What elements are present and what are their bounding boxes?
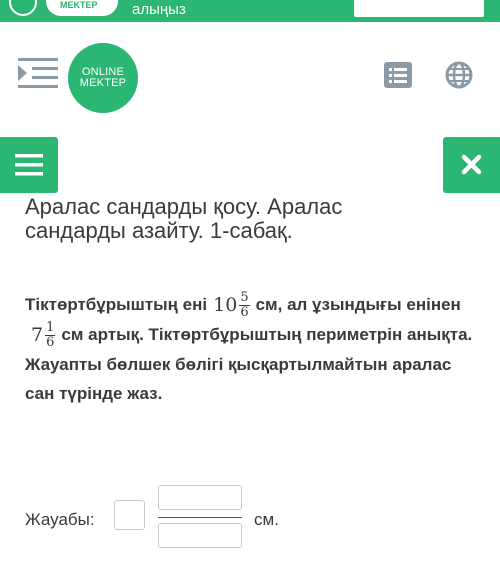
banner-button[interactable] xyxy=(354,0,484,17)
answer-label: Жауабы: xyxy=(25,510,95,529)
answer-unit: см. xyxy=(254,510,279,529)
width-fraction: 56 xyxy=(239,290,250,321)
list-icon[interactable] xyxy=(384,62,412,88)
lesson-title: Аралас сандарды қосу. Аралас сандарды аз… xyxy=(25,194,343,243)
width-mixed-number: 10 5 6 xyxy=(213,290,250,321)
menu-collapse-icon[interactable] xyxy=(18,57,58,89)
online-mektep-logo[interactable]: ONLINE MEKTEP xyxy=(68,43,138,113)
answer-whole-input[interactable] xyxy=(114,500,145,530)
banner-circle-icon xyxy=(9,0,37,16)
diff-mixed-number: 716 xyxy=(31,320,56,351)
problem-part3: см артық. Тіктөртбұрыштың периметрін аны… xyxy=(25,325,473,404)
diff-denominator: 6 xyxy=(46,335,55,351)
close-button[interactable] xyxy=(443,137,500,193)
hamburger-icon xyxy=(15,154,43,176)
banner-logo-text: MEKTEP xyxy=(60,0,98,10)
open-menu-button[interactable] xyxy=(0,137,58,193)
problem-part2: см, ал ұзындығы енінен xyxy=(255,295,461,314)
problem-text: Тіктөртбұрыштың ені 10 5 6 см, ал ұзындығы е… xyxy=(25,290,485,408)
problem-part1: Тіктөртбұрыштың ені xyxy=(25,295,208,314)
width-whole: 10 xyxy=(213,294,238,317)
globe-icon[interactable] xyxy=(444,60,474,90)
app-header: ONLINE MEKTEP xyxy=(0,22,500,130)
top-banner: MEKTEP алыңыз xyxy=(0,0,500,22)
width-numerator: 5 xyxy=(239,290,250,307)
diff-fraction: 16 xyxy=(45,320,56,351)
answer-denominator-input[interactable] xyxy=(158,523,242,548)
banner-text: алыңыз xyxy=(132,1,186,18)
logo-line2: MEKTEP xyxy=(79,77,127,89)
close-icon xyxy=(461,154,482,175)
width-denominator: 6 xyxy=(240,305,249,321)
banner-logo: MEKTEP xyxy=(46,0,118,16)
diff-numerator: 1 xyxy=(45,320,56,337)
answer-numerator-input[interactable] xyxy=(158,485,242,510)
answer-fraction-bar xyxy=(158,517,242,518)
diff-whole: 7 xyxy=(31,324,44,347)
